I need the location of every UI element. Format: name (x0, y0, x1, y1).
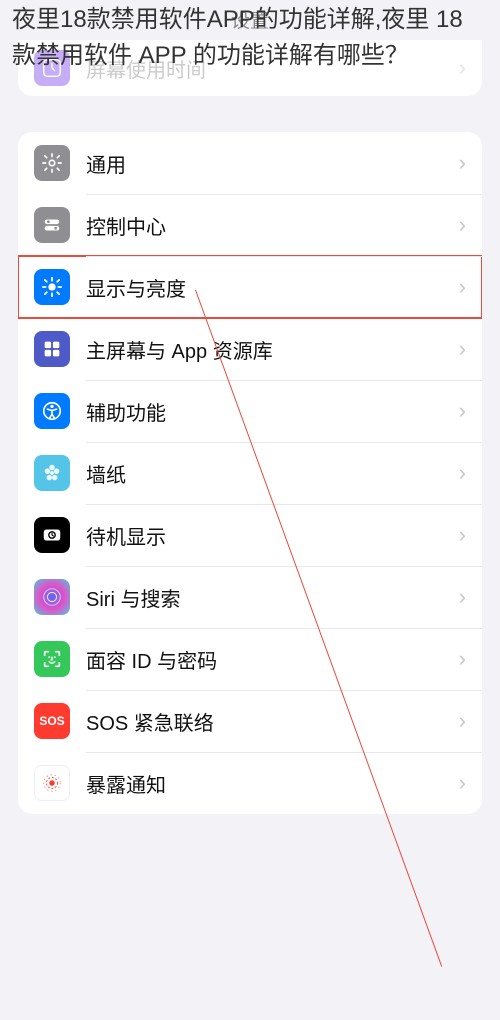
sun-icon (34, 269, 70, 305)
chevron-right-icon: › (459, 398, 466, 424)
chevron-right-icon: › (459, 646, 466, 672)
screentime-icon (34, 50, 70, 86)
gear-icon (34, 145, 70, 181)
row-label: 屏幕使用时间 (86, 54, 459, 83)
row-label: 待机显示 (86, 521, 459, 550)
row-label: 控制中心 (86, 211, 459, 240)
row-accessibility[interactable]: 辅助功能 › (18, 380, 482, 442)
apps-grid-icon (34, 331, 70, 367)
toggles-icon (34, 207, 70, 243)
exposure-icon (34, 765, 70, 801)
sos-icon: SOS (34, 703, 70, 739)
siri-icon (34, 579, 70, 615)
row-sos[interactable]: SOS SOS 紧急联络 › (18, 690, 482, 752)
row-label: SOS 紧急联络 (86, 707, 459, 736)
row-label: 暴露通知 (86, 769, 459, 798)
row-screentime[interactable]: 屏幕使用时间 › (18, 40, 482, 96)
row-standby[interactable]: 待机显示 › (18, 504, 482, 566)
row-label: 主屏幕与 App 资源库 (86, 335, 459, 364)
row-label: Siri 与搜索 (86, 583, 459, 612)
group-main-settings: 通用 › 控制中心 › 显示与亮度 › 主屏幕与 App 资源库 › (18, 132, 482, 814)
chevron-right-icon: › (459, 55, 466, 81)
row-label: 面容 ID 与密码 (86, 645, 459, 674)
row-home-screen[interactable]: 主屏幕与 App 资源库 › (18, 318, 482, 380)
row-label: 显示与亮度 (86, 273, 459, 302)
page-title: 设置 (0, 6, 500, 33)
row-label: 通用 (86, 149, 459, 178)
row-label: 辅助功能 (86, 397, 459, 426)
chevron-right-icon: › (459, 708, 466, 734)
row-general[interactable]: 通用 › (18, 132, 482, 194)
row-control-center[interactable]: 控制中心 › (18, 194, 482, 256)
faceid-icon (34, 641, 70, 677)
chevron-right-icon: › (459, 770, 466, 796)
group-screentime: 屏幕使用时间 › (18, 40, 482, 96)
row-siri-search[interactable]: Siri 与搜索 › (18, 566, 482, 628)
chevron-right-icon: › (459, 336, 466, 362)
clock-icon (34, 517, 70, 553)
chevron-right-icon: › (459, 460, 466, 486)
chevron-right-icon: › (459, 522, 466, 548)
chevron-right-icon: › (459, 274, 466, 300)
chevron-right-icon: › (459, 212, 466, 238)
chevron-right-icon: › (459, 150, 466, 176)
row-exposure-notification[interactable]: 暴露通知 › (18, 752, 482, 814)
accessibility-icon (34, 393, 70, 429)
settings-scroll: 屏幕使用时间 › 通用 › 控制中心 › 显示与亮度 › (0, 0, 500, 814)
flower-icon (34, 455, 70, 491)
row-faceid-passcode[interactable]: 面容 ID 与密码 › (18, 628, 482, 690)
chevron-right-icon: › (459, 584, 466, 610)
row-wallpaper[interactable]: 墙纸 › (18, 442, 482, 504)
row-label: 墙纸 (86, 459, 459, 488)
row-display-brightness[interactable]: 显示与亮度 › (18, 256, 482, 318)
